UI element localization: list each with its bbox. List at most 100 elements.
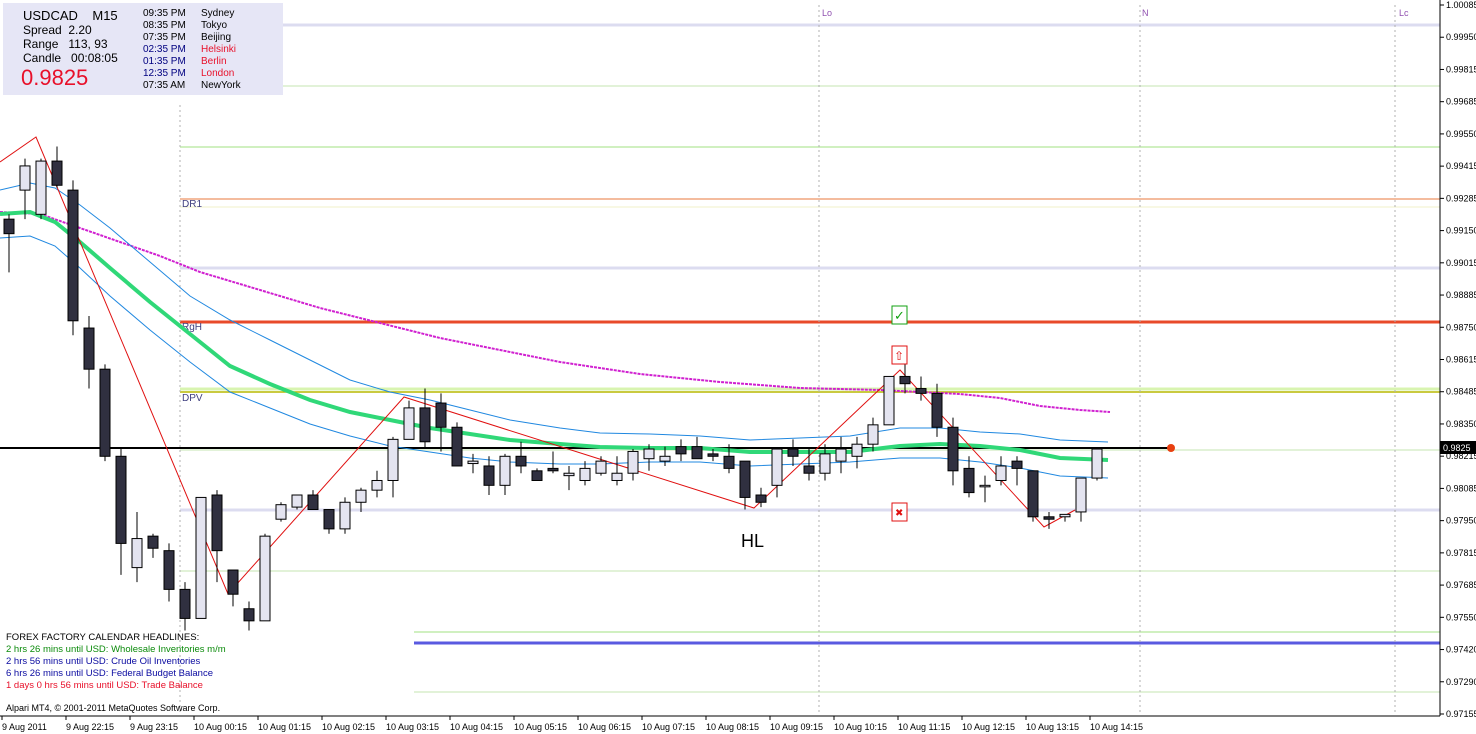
price-tick-label: 0.97290 — [1446, 677, 1476, 687]
time-tick-label: 10 Aug 09:15 — [770, 722, 823, 732]
candle-bull — [195, 496, 207, 619]
session-city: Tokyo — [201, 20, 228, 31]
candle-bear — [675, 446, 687, 455]
candle-bear — [163, 550, 175, 590]
signal-up-arrow[interactable]: ⇧ — [891, 345, 908, 365]
time-tick-label: 10 Aug 02:15 — [322, 722, 375, 732]
session-row: 07:35 PM Beijing — [143, 32, 231, 43]
candle-bull — [1091, 448, 1103, 479]
price-tick-label: 0.97420 — [1446, 645, 1476, 655]
session-row: 12:35 PM London — [143, 68, 234, 79]
session-time: 09:35 PM — [143, 8, 186, 19]
price-tick-label: 0.98885 — [1446, 290, 1476, 300]
candle-bull — [659, 455, 671, 462]
candle-bull — [563, 472, 575, 477]
candle-bull — [387, 438, 399, 481]
news-item: 2 hrs 56 mins until USD: Crude Oil Inven… — [6, 656, 201, 667]
candle-bear — [899, 375, 911, 385]
time-tick-label: 10 Aug 13:15 — [1026, 722, 1079, 732]
ma-magenta — [0, 211, 1111, 413]
signal-cross[interactable]: ✖ — [891, 502, 908, 522]
candle-bull — [499, 455, 511, 486]
candle-bear — [243, 608, 255, 622]
candle-bull — [259, 535, 271, 622]
candle-bull — [867, 424, 879, 445]
candle-bull — [35, 160, 47, 215]
candle-bear — [1027, 470, 1039, 518]
candle-bear — [115, 455, 127, 544]
candle-bull — [819, 453, 831, 474]
candle-bull — [131, 538, 143, 569]
range-value: 113, 93 — [68, 37, 108, 51]
session-city: NewYork — [201, 80, 241, 91]
price-tick-label: 0.97950 — [1446, 516, 1476, 526]
signal-up-check[interactable]: ✓ — [891, 305, 908, 325]
chart-window[interactable]: Lo N Lc DR1 RgH DPV ✓ ⇧ ✖ HL 1.00085 0.9… — [0, 0, 1476, 734]
price-chart[interactable]: Lo N Lc DR1 RgH DPV ✓ ⇧ ✖ HL 1.000850.99… — [0, 0, 1476, 734]
candle-bull — [595, 460, 607, 474]
candle-bull — [851, 443, 863, 457]
candle-bull — [291, 494, 303, 508]
price-tick-label: 0.97550 — [1446, 612, 1476, 622]
candle-bear — [147, 535, 159, 549]
candle-bear — [227, 569, 239, 595]
candle-bear — [691, 446, 703, 460]
moving-averages — [0, 182, 1111, 479]
candle-bull — [1075, 477, 1087, 513]
price-tick-label: 0.98485 — [1446, 387, 1476, 397]
session-dividers — [179, 5, 1396, 715]
session-marker-n: N — [1142, 8, 1149, 18]
price-tick-label: 1.00085 — [1446, 0, 1476, 10]
candle-bear — [179, 588, 191, 619]
candle-bear — [547, 467, 559, 472]
candle-bear — [83, 327, 95, 370]
price-tick-label: 0.97155 — [1446, 709, 1476, 719]
news-item: 2 hrs 26 mins until USD: Wholesale Inven… — [6, 644, 226, 655]
candle-bear — [931, 392, 943, 428]
price-tick-label: 0.99415 — [1446, 161, 1476, 171]
candle-bear — [1011, 460, 1023, 469]
check-icon: ✓ — [894, 308, 905, 323]
session-row: 09:35 PM Sydney — [143, 8, 234, 19]
news-item: 6 hrs 26 mins until USD: Federal Budget … — [6, 668, 213, 679]
price-tick-label: 0.99015 — [1446, 258, 1476, 268]
session-time: 01:35 PM — [143, 56, 186, 67]
level-label-dpv: DPV — [182, 393, 203, 404]
candle-bull — [643, 448, 655, 460]
candle-bear — [323, 509, 335, 530]
session-city: Beijing — [201, 32, 232, 43]
price-tick-label: 0.99150 — [1446, 226, 1476, 236]
price-tick-label: 0.99815 — [1446, 64, 1476, 74]
candle-timer: 00:08:05 — [71, 51, 118, 65]
candle-bear — [787, 448, 799, 457]
current-price-tag-text: 0.9825 — [1443, 443, 1471, 453]
range-row: Range 113, 93 — [23, 37, 108, 51]
candle-bull — [19, 165, 31, 191]
symbol-name: USDCAD — [23, 8, 78, 23]
cross-icon: ✖ — [895, 508, 903, 519]
candle-bear — [739, 460, 751, 498]
candle-bear — [307, 494, 319, 511]
session-city: London — [201, 68, 235, 79]
candle-bear — [755, 494, 767, 503]
price-tick-label: 0.97815 — [1446, 548, 1476, 558]
copyright-text: Alpari MT4, © 2001-2011 MetaQuotes Softw… — [6, 703, 221, 713]
price-tick-label: 0.99685 — [1446, 97, 1476, 107]
time-tick-label: 10 Aug 10:15 — [834, 722, 887, 732]
candle-bull — [627, 450, 639, 474]
session-marker-lc: Lc — [1399, 8, 1409, 18]
session-row: 02:35 PM Helsinki — [143, 44, 236, 55]
session-row: 08:35 PM Tokyo — [143, 20, 227, 31]
session-row: 07:35 AM NewYork — [143, 80, 241, 91]
session-time: 07:35 PM — [143, 32, 186, 43]
time-tick-label: 10 Aug 04:15 — [450, 722, 503, 732]
candle-bull — [1059, 513, 1071, 518]
candle-bull — [883, 375, 895, 426]
candle-bull — [835, 448, 847, 462]
price-tick-label: 0.99285 — [1446, 193, 1476, 203]
price-tick-label: 0.98085 — [1446, 483, 1476, 493]
candle-bull — [403, 407, 415, 440]
current-price-dot — [1167, 444, 1175, 452]
candle-bull — [275, 504, 287, 520]
session-city: Berlin — [201, 56, 227, 67]
